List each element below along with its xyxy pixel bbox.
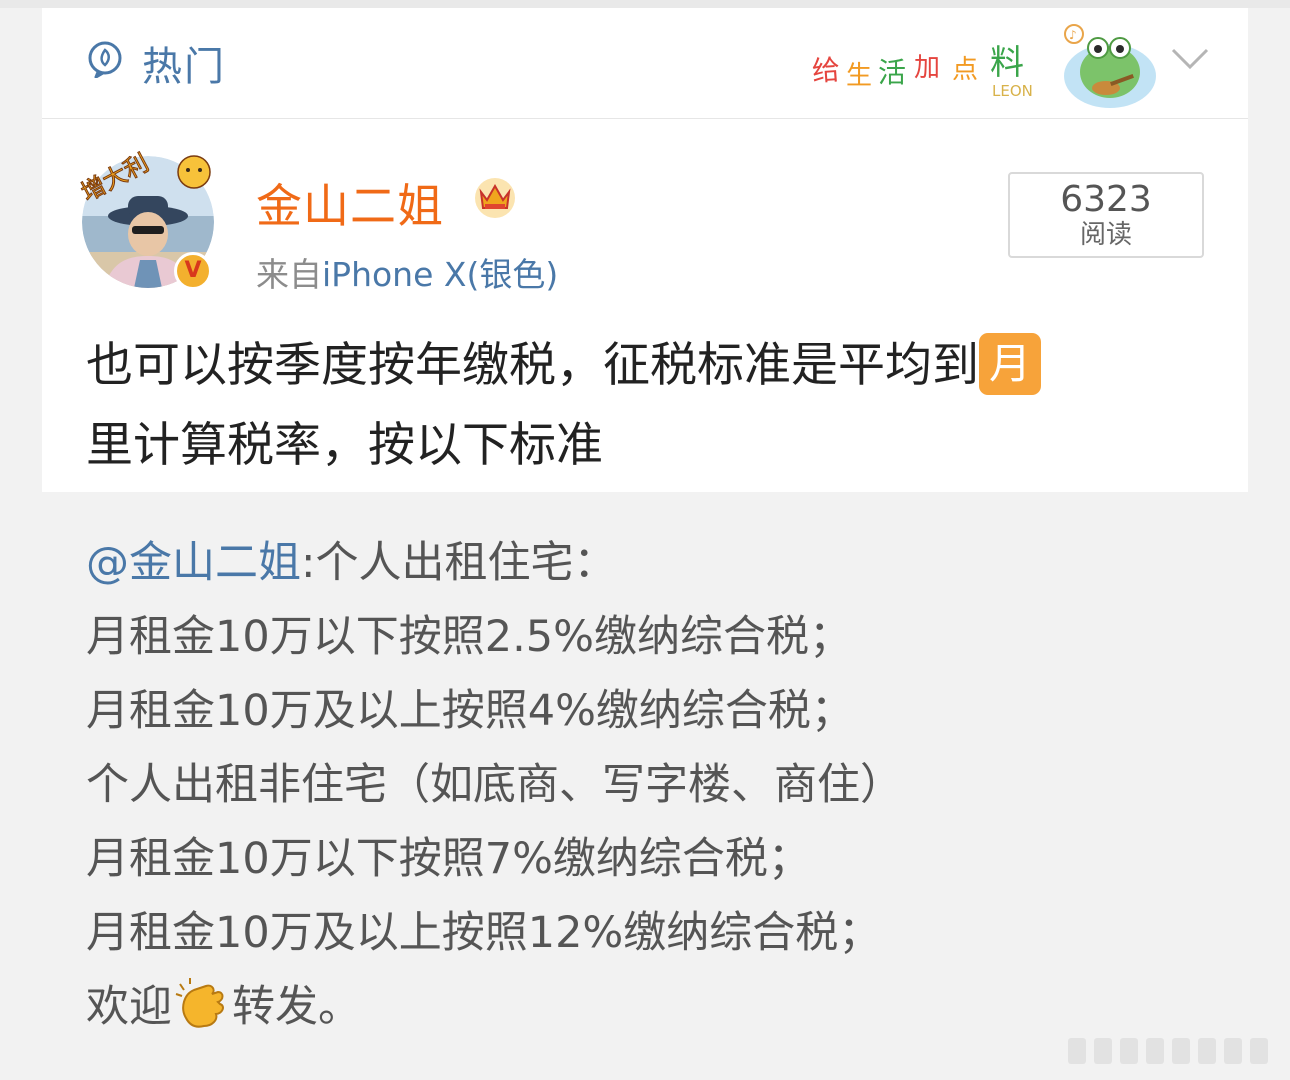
weibo-card: 热门 给 生 活 加 点 料 LEON ♪ 增大利 V 金山二姐 来自iPhon…	[42, 8, 1248, 1048]
quote-first-line-text: :个人出租住宅：	[301, 538, 617, 588]
image-pager-indicator	[1068, 1038, 1280, 1064]
pager-dot	[1224, 1038, 1242, 1064]
post-text: 也可以按季度按年缴税，征税标准是平均到月 里计算税率，按以下标准	[86, 326, 1206, 486]
read-count: 6323	[1060, 179, 1152, 220]
deco-sub-text: LEON	[992, 82, 1033, 100]
mention-link[interactable]: @金山二姐	[86, 538, 301, 588]
quote-line: 月租金10万以下按照2.5%缴纳综合税；	[86, 612, 852, 662]
quote-line: 欢迎 转发。	[86, 970, 1226, 1044]
read-label: 阅读	[1079, 220, 1132, 250]
deco-char-3: 活	[878, 56, 906, 89]
pager-dot	[1068, 1038, 1086, 1064]
moon-emoji-icon: 月	[979, 332, 1041, 395]
hot-topic-icon	[88, 41, 122, 78]
quoted-post-text: @金山二姐:个人出租住宅： 月租金10万以下按照2.5%缴纳综合税； 月租金10…	[86, 526, 1226, 1044]
chevron-down-icon[interactable]	[1170, 46, 1210, 72]
quote-line: 月租金10万及以上按照4%缴纳综合税；	[86, 686, 854, 736]
pager-dot	[1172, 1038, 1190, 1064]
read-count-box: 6323 阅读	[1008, 172, 1204, 258]
pager-dot	[1094, 1038, 1112, 1064]
deco-char-5: 点	[952, 55, 978, 85]
verified-badge: V	[174, 252, 212, 290]
clapping-hands-icon	[175, 977, 224, 1028]
quoted-post[interactable]: @金山二姐:个人出租住宅： 月租金10万以下按照2.5%缴纳综合税； 月租金10…	[42, 492, 1248, 1048]
source-prefix: 来自	[256, 255, 322, 294]
quote-line: @金山二姐:个人出租住宅：	[86, 526, 1226, 600]
card-header: 热门 给 生 活 加 点 料 LEON ♪	[42, 8, 1248, 119]
quote-last-text-1: 欢迎	[86, 982, 172, 1032]
hot-label[interactable]: 热门	[142, 34, 226, 92]
deco-char-4: 加	[914, 53, 940, 83]
deco-char-6: 料	[990, 43, 1024, 83]
avatar-sticker: 增大利	[76, 148, 211, 208]
quote-line: 月租金10万及以上按照12%缴纳综合税；	[86, 908, 882, 958]
deco-char-2: 生	[846, 61, 872, 91]
crown-icon	[475, 178, 515, 218]
pager-dot	[1146, 1038, 1164, 1064]
avatar[interactable]: 增大利 V	[76, 148, 214, 290]
pager-dot	[1120, 1038, 1138, 1064]
quote-line: 个人出租非住宅（如底商、写字楼、商住）	[86, 760, 903, 810]
post-text-part1: 也可以按季度按年缴税，征税标准是平均到	[86, 338, 979, 393]
pager-dot	[1198, 1038, 1216, 1064]
svg-text:♪: ♪	[1069, 28, 1077, 42]
post-text-part2: 里计算税率，按以下标准	[86, 418, 603, 473]
verified-badge-letter: V	[184, 258, 202, 283]
username[interactable]: 金山二姐	[256, 170, 444, 236]
device-link[interactable]: iPhone X(银色)	[322, 255, 558, 294]
deco-char-1: 给	[811, 53, 841, 88]
quote-line: 月租金10万以下按照7%缴纳综合税；	[86, 834, 811, 884]
top-strip	[0, 0, 1290, 8]
pager-dot	[1250, 1038, 1268, 1064]
frog-sticker-decoration: 给 生 活 加 点 料 LEON ♪	[811, 24, 1156, 108]
quote-last-text-2: 转发。	[232, 982, 361, 1032]
post-source: 来自iPhone X(银色)	[256, 248, 558, 296]
